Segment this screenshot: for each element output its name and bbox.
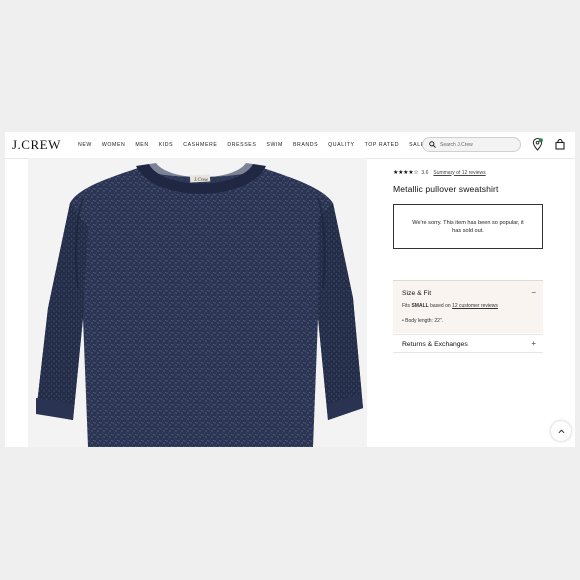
main-nav: NEW WOMEN MEN KIDS CASHMERE DRESSES SWIM… (78, 142, 435, 148)
nav-item-new[interactable]: NEW (78, 142, 92, 148)
shopping-bag-icon[interactable] (555, 139, 565, 150)
product-image[interactable]: J.Crew (28, 158, 367, 447)
nav-item-dresses[interactable]: DRESSES (227, 142, 256, 148)
scroll-to-top-button[interactable] (551, 421, 571, 441)
expand-icon[interactable]: + (531, 339, 536, 348)
search-icon (429, 141, 436, 148)
search-input[interactable] (440, 140, 516, 149)
chevron-up-icon (558, 429, 564, 433)
store-locator-icon[interactable] (532, 138, 543, 151)
nav-item-kids[interactable]: KIDS (159, 142, 174, 148)
customer-reviews-link[interactable]: 12 customer reviews (452, 303, 498, 309)
nav-item-top-rated[interactable]: TOP RATED (365, 142, 400, 148)
nav-item-cashmere[interactable]: CASHMERE (183, 142, 217, 148)
search-bar[interactable] (422, 137, 521, 152)
rating-stars: ★★★★☆ (393, 170, 419, 176)
product-title: Metallic pullover sweatshirt (393, 184, 499, 194)
body-length-detail: • Body length: 22". (402, 318, 444, 324)
nav-item-brands[interactable]: BRANDS (293, 142, 318, 148)
nav-item-women[interactable]: WOMEN (102, 142, 125, 148)
fit-prefix: Fits (402, 303, 411, 309)
sold-out-notice: We're sorry. This item has been so popul… (393, 204, 543, 249)
fit-middle: based on (430, 303, 451, 309)
collapse-icon[interactable]: − (531, 288, 536, 297)
svg-text:J.Crew: J.Crew (194, 178, 209, 183)
product-rating: ★★★★☆ 3.6 Summary of 12 reviews (393, 169, 486, 177)
browser-viewport: J.CREW NEW WOMEN MEN KIDS CASHMERE DRESS… (5, 132, 575, 447)
rating-value: 3.6 (421, 169, 429, 176)
brand-logo[interactable]: J.CREW (12, 137, 61, 153)
reviews-summary-link[interactable]: Summary of 12 reviews (433, 170, 485, 176)
nav-item-men[interactable]: MEN (135, 142, 148, 148)
nav-item-quality[interactable]: QUALITY (328, 142, 354, 148)
sweatshirt-photo: J.Crew (36, 163, 363, 447)
returns-accordion[interactable]: Returns & Exchanges + (393, 334, 543, 353)
site-header: J.CREW NEW WOMEN MEN KIDS CASHMERE DRESS… (5, 132, 575, 159)
returns-title: Returns & Exchanges (402, 341, 468, 348)
size-fit-title: Size & Fit (402, 290, 432, 297)
sold-out-message: We're sorry. This item has been so popul… (412, 219, 524, 234)
fit-summary: Fits SMALL based on 12 customer reviews (402, 303, 498, 309)
size-fit-accordion[interactable]: Size & Fit − Fits SMALL based on 12 cust… (393, 280, 543, 333)
nav-item-swim[interactable]: SWIM (266, 142, 283, 148)
fit-size: SMALL (411, 303, 429, 309)
